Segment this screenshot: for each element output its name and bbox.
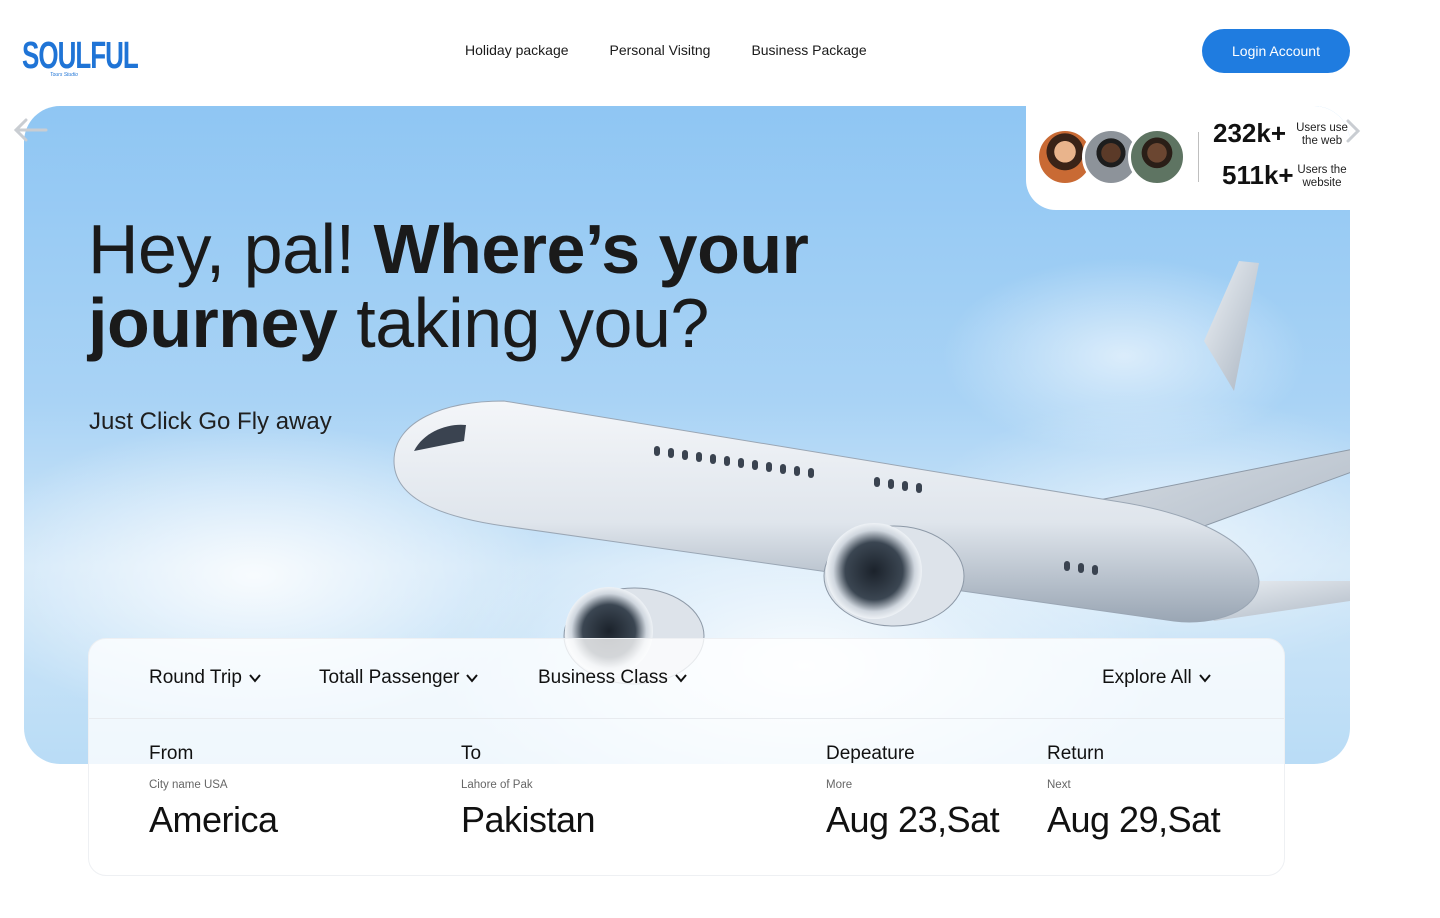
dropdown-label: Business Class <box>538 667 668 688</box>
arrow-left-icon[interactable] <box>10 116 50 144</box>
field-hint: More <box>826 779 853 791</box>
nav-item-holiday-package[interactable]: Holiday package <box>465 42 569 58</box>
stat-label: Users use the web <box>1296 122 1348 147</box>
to-value[interactable]: Pakistan <box>461 799 596 841</box>
hero-tagline: Just Click Go Fly away <box>89 408 332 435</box>
brand-logo[interactable]: SOULFUL Tours Studio <box>22 33 139 80</box>
field-hint: Lahore of Pak <box>461 779 533 791</box>
logo-subtext: Tours Studio <box>50 72 78 78</box>
flight-search-panel: Round Trip Totall Passenger Business Cla… <box>88 638 1285 876</box>
return-field[interactable]: Return Next Aug 29,Sat <box>1047 743 1221 841</box>
avatar <box>1128 128 1186 186</box>
departure-value[interactable]: Aug 23,Sat <box>826 799 1000 841</box>
chevron-down-icon <box>675 674 687 683</box>
login-account-button[interactable]: Login Account <box>1202 29 1350 73</box>
departure-field[interactable]: Depeature More Aug 23,Sat <box>826 743 1000 841</box>
dropdown-label: Totall Passenger <box>319 667 460 688</box>
headline-part: taking you? <box>337 284 709 362</box>
stat-value: 511k+ <box>1222 160 1294 190</box>
main-nav: Holiday package Personal Visitng Busines… <box>465 42 867 58</box>
headline-part: journey <box>88 284 338 362</box>
class-dropdown[interactable]: Business Class <box>538 667 688 689</box>
field-label: From <box>149 743 194 764</box>
field-hint: City name USA <box>149 779 228 791</box>
to-field[interactable]: To Lahore of Pak Pakistan <box>461 743 596 841</box>
stat-value: 232k+ <box>1213 118 1287 148</box>
nav-item-personal-visiting[interactable]: Personal Visitng <box>610 42 711 58</box>
field-label: Depeature <box>826 743 915 764</box>
divider <box>1198 132 1199 182</box>
from-field[interactable]: From City name USA America <box>149 743 278 841</box>
field-label: Return <box>1047 743 1105 764</box>
field-label: To <box>461 743 482 764</box>
chevron-down-icon <box>466 674 479 683</box>
passenger-dropdown[interactable]: Totall Passenger <box>319 667 479 689</box>
dropdown-label: Explore All <box>1102 667 1192 688</box>
hero-headline: Hey, pal! Where’s your journey taking yo… <box>88 210 809 362</box>
headline-part: Hey, pal! <box>88 210 374 288</box>
trip-type-dropdown[interactable]: Round Trip <box>149 667 262 689</box>
user-stats: 232k+ Users use the web 511k+ Users the … <box>1030 118 1350 190</box>
logo-text: SOULFUL <box>22 33 139 77</box>
headline-part: Where’s your <box>373 210 809 288</box>
explore-all-dropdown[interactable]: Explore All <box>1102 667 1212 689</box>
stat-label: Users the website <box>1297 164 1347 189</box>
dropdown-label: Round Trip <box>149 667 242 688</box>
search-options-bar: Round Trip Totall Passenger Business Cla… <box>89 639 1284 719</box>
nav-item-business-package[interactable]: Business Package <box>751 42 866 58</box>
chevron-down-icon <box>1199 674 1211 683</box>
return-value[interactable]: Aug 29,Sat <box>1047 799 1221 841</box>
field-hint: Next <box>1047 779 1071 791</box>
from-value[interactable]: America <box>149 799 278 841</box>
chevron-down-icon <box>249 674 261 683</box>
